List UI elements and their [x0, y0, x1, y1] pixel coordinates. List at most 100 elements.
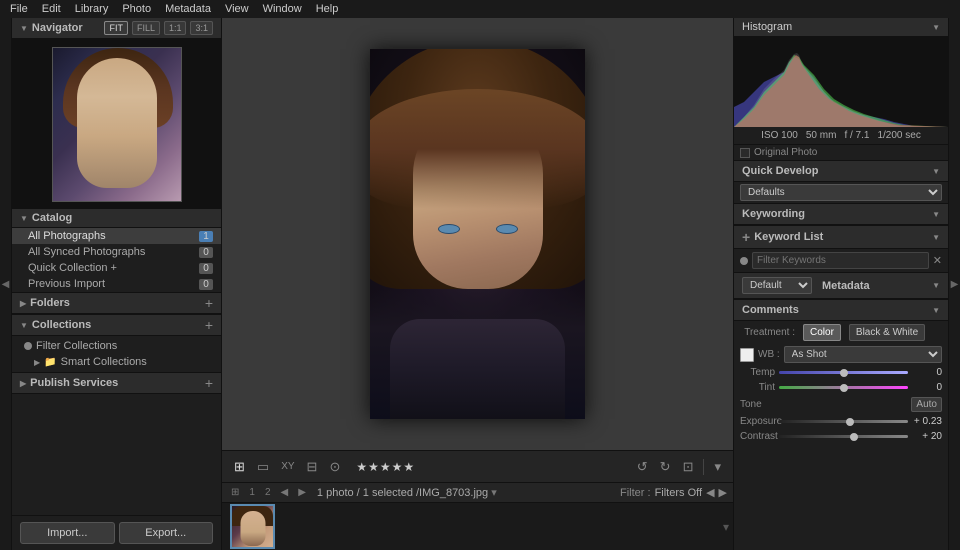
nav-fit-btn[interactable]: FIT — [104, 21, 128, 35]
contrast-slider[interactable] — [779, 435, 908, 438]
histogram-header[interactable]: Histogram ▼ — [734, 18, 948, 37]
toolbar-arrow-btn[interactable]: ▾ — [710, 457, 725, 477]
catalog-header[interactable]: ▼ Catalog — [12, 209, 221, 228]
temp-label: Temp — [740, 367, 775, 378]
menu-help[interactable]: Help — [310, 3, 345, 15]
hist-focal: 50 mm — [806, 130, 837, 141]
metadata-title: Metadata — [822, 280, 870, 292]
comments-header[interactable]: Comments ▼ — [734, 299, 948, 321]
star-4[interactable]: ★ — [392, 460, 403, 474]
tint-slider[interactable] — [779, 386, 908, 389]
catalog-all-synced[interactable]: All Synced Photographs 0 — [12, 244, 221, 260]
menu-view[interactable]: View — [219, 3, 255, 15]
temp-value: 0 — [912, 367, 942, 378]
filter-kw-clear[interactable]: ✕ — [933, 254, 942, 267]
treatment-row: Treatment : Color Black & White — [734, 321, 948, 344]
nav-3-1-btn[interactable]: 3:1 — [190, 21, 213, 35]
filmstrip-thumb-1[interactable] — [230, 504, 275, 549]
treatment-color-btn[interactable]: Color — [803, 324, 841, 341]
wb-select[interactable]: As Shot — [784, 346, 942, 363]
publish-services-header[interactable]: ▶ Publish Services + — [12, 373, 221, 394]
histogram-triangle: ▼ — [932, 23, 940, 32]
folders-header[interactable]: ▶ Folders + — [12, 293, 221, 314]
quick-develop-header[interactable]: Quick Develop ▼ — [734, 160, 948, 182]
metadata-preset-select[interactable]: Default — [742, 277, 812, 294]
menu-window[interactable]: Window — [257, 3, 308, 15]
wb-label: WB : — [758, 349, 780, 360]
keyword-list-title: Keyword List — [754, 231, 823, 243]
publish-title: Publish Services — [30, 377, 118, 389]
view-survey-btn[interactable]: ⊟ — [303, 457, 322, 477]
menu-photo[interactable]: Photo — [116, 3, 157, 15]
filter-collections-item[interactable]: Filter Collections — [12, 338, 221, 354]
keywording-title: Keywording — [742, 208, 805, 220]
toolbar-separator — [703, 459, 704, 475]
filter-keyword-input[interactable] — [752, 252, 929, 269]
treatment-bw-btn[interactable]: Black & White — [849, 324, 925, 341]
keyword-list-add-btn[interactable]: + — [742, 230, 750, 244]
view-compare-btn[interactable]: XY — [277, 459, 298, 474]
filmstrip-num1[interactable]: 1 — [246, 486, 258, 499]
original-photo-checkbox[interactable] — [740, 148, 750, 158]
tone-header: Tone Auto — [734, 395, 948, 414]
filmstrip-num2[interactable]: 2 — [262, 486, 274, 499]
keyword-list-header[interactable]: + Keyword List ▼ — [734, 225, 948, 249]
rotate-left-btn[interactable]: ↺ — [633, 457, 652, 477]
exposure-row: Exposure + 0.23 — [734, 414, 948, 429]
right-panel: Histogram ▼ ISO 100 — [733, 18, 948, 550]
catalog-section: ▼ Catalog All Photographs 1 All Synced P… — [12, 209, 221, 292]
treatment-label: Treatment : — [740, 327, 795, 338]
histogram-meta: ISO 100 50 mm f / 7.1 1/200 sec — [734, 127, 948, 145]
smart-collections-triangle: ▶ — [34, 358, 40, 367]
filmstrip-next-btn[interactable]: ▶ — [295, 486, 309, 499]
menu-library[interactable]: Library — [69, 3, 115, 15]
temp-slider[interactable] — [779, 371, 908, 374]
collections-header[interactable]: ▼ Collections + — [12, 315, 221, 336]
tone-auto-btn[interactable]: Auto — [911, 397, 942, 412]
temp-row: Temp 0 — [734, 365, 948, 380]
folders-add-btn[interactable]: + — [205, 296, 213, 310]
exposure-slider[interactable] — [779, 420, 908, 423]
rotate-right-btn[interactable]: ↻ — [656, 457, 675, 477]
view-loupe-btn[interactable]: ▭ — [253, 457, 273, 477]
filmstrip-back-btn[interactable]: ⊞ — [228, 486, 242, 499]
metadata-header[interactable]: Default Metadata ▼ — [734, 272, 948, 299]
star-2[interactable]: ★ — [368, 460, 379, 474]
nav-1-1-btn[interactable]: 1:1 — [164, 21, 187, 35]
menu-metadata[interactable]: Metadata — [159, 3, 217, 15]
export-button[interactable]: Export... — [119, 522, 214, 544]
filmstrip-prev-btn[interactable]: ◀ — [278, 486, 292, 499]
menu-edit[interactable]: Edit — [36, 3, 67, 15]
star-1[interactable]: ★ — [356, 460, 367, 474]
keywording-header[interactable]: Keywording ▼ — [734, 203, 948, 225]
right-panel-collapse[interactable]: ▶ — [948, 18, 960, 550]
publish-add-btn[interactable]: + — [205, 376, 213, 390]
collections-section: ▼ Collections + Filter Collections ▶ 📁 S… — [12, 314, 221, 372]
histogram-title: Histogram — [742, 21, 792, 33]
nav-fill-btn[interactable]: FILL — [132, 21, 160, 35]
import-button[interactable]: Import... — [20, 522, 115, 544]
star-3[interactable]: ★ — [380, 460, 391, 474]
metadata-triangle: ▼ — [932, 281, 940, 290]
view-people-btn[interactable]: ⊙ — [325, 457, 344, 477]
comments-title: Comments — [742, 304, 799, 316]
tint-label: Tint — [740, 382, 775, 393]
catalog-all-photographs[interactable]: All Photographs 1 — [12, 228, 221, 244]
smart-collections-item[interactable]: ▶ 📁 Smart Collections — [12, 354, 221, 370]
original-photo-row: Original Photo — [734, 145, 948, 160]
menu-file[interactable]: File — [4, 3, 34, 15]
navigator-header[interactable]: ▼ Navigator FIT FILL 1:1 3:1 — [12, 18, 221, 39]
left-panel-collapse[interactable]: ◀ — [0, 18, 12, 550]
catalog-previous-import[interactable]: Previous Import 0 — [12, 276, 221, 292]
tint-value: 0 — [912, 382, 942, 393]
filmstrip-content: ▾ — [222, 503, 733, 550]
star-5[interactable]: ★ — [403, 460, 414, 474]
quick-develop-preset[interactable]: Defaults — [740, 184, 942, 201]
catalog-quick-collection[interactable]: Quick Collection + 0 — [12, 260, 221, 276]
wb-picker[interactable] — [740, 348, 754, 362]
view-grid-btn[interactable]: ⊞ — [230, 457, 249, 477]
collections-add-btn[interactable]: + — [205, 318, 213, 332]
filmstrip-collapse[interactable]: ▾ — [723, 520, 729, 534]
crop-btn[interactable]: ⊡ — [679, 457, 698, 477]
catalog-triangle: ▼ — [20, 214, 28, 223]
